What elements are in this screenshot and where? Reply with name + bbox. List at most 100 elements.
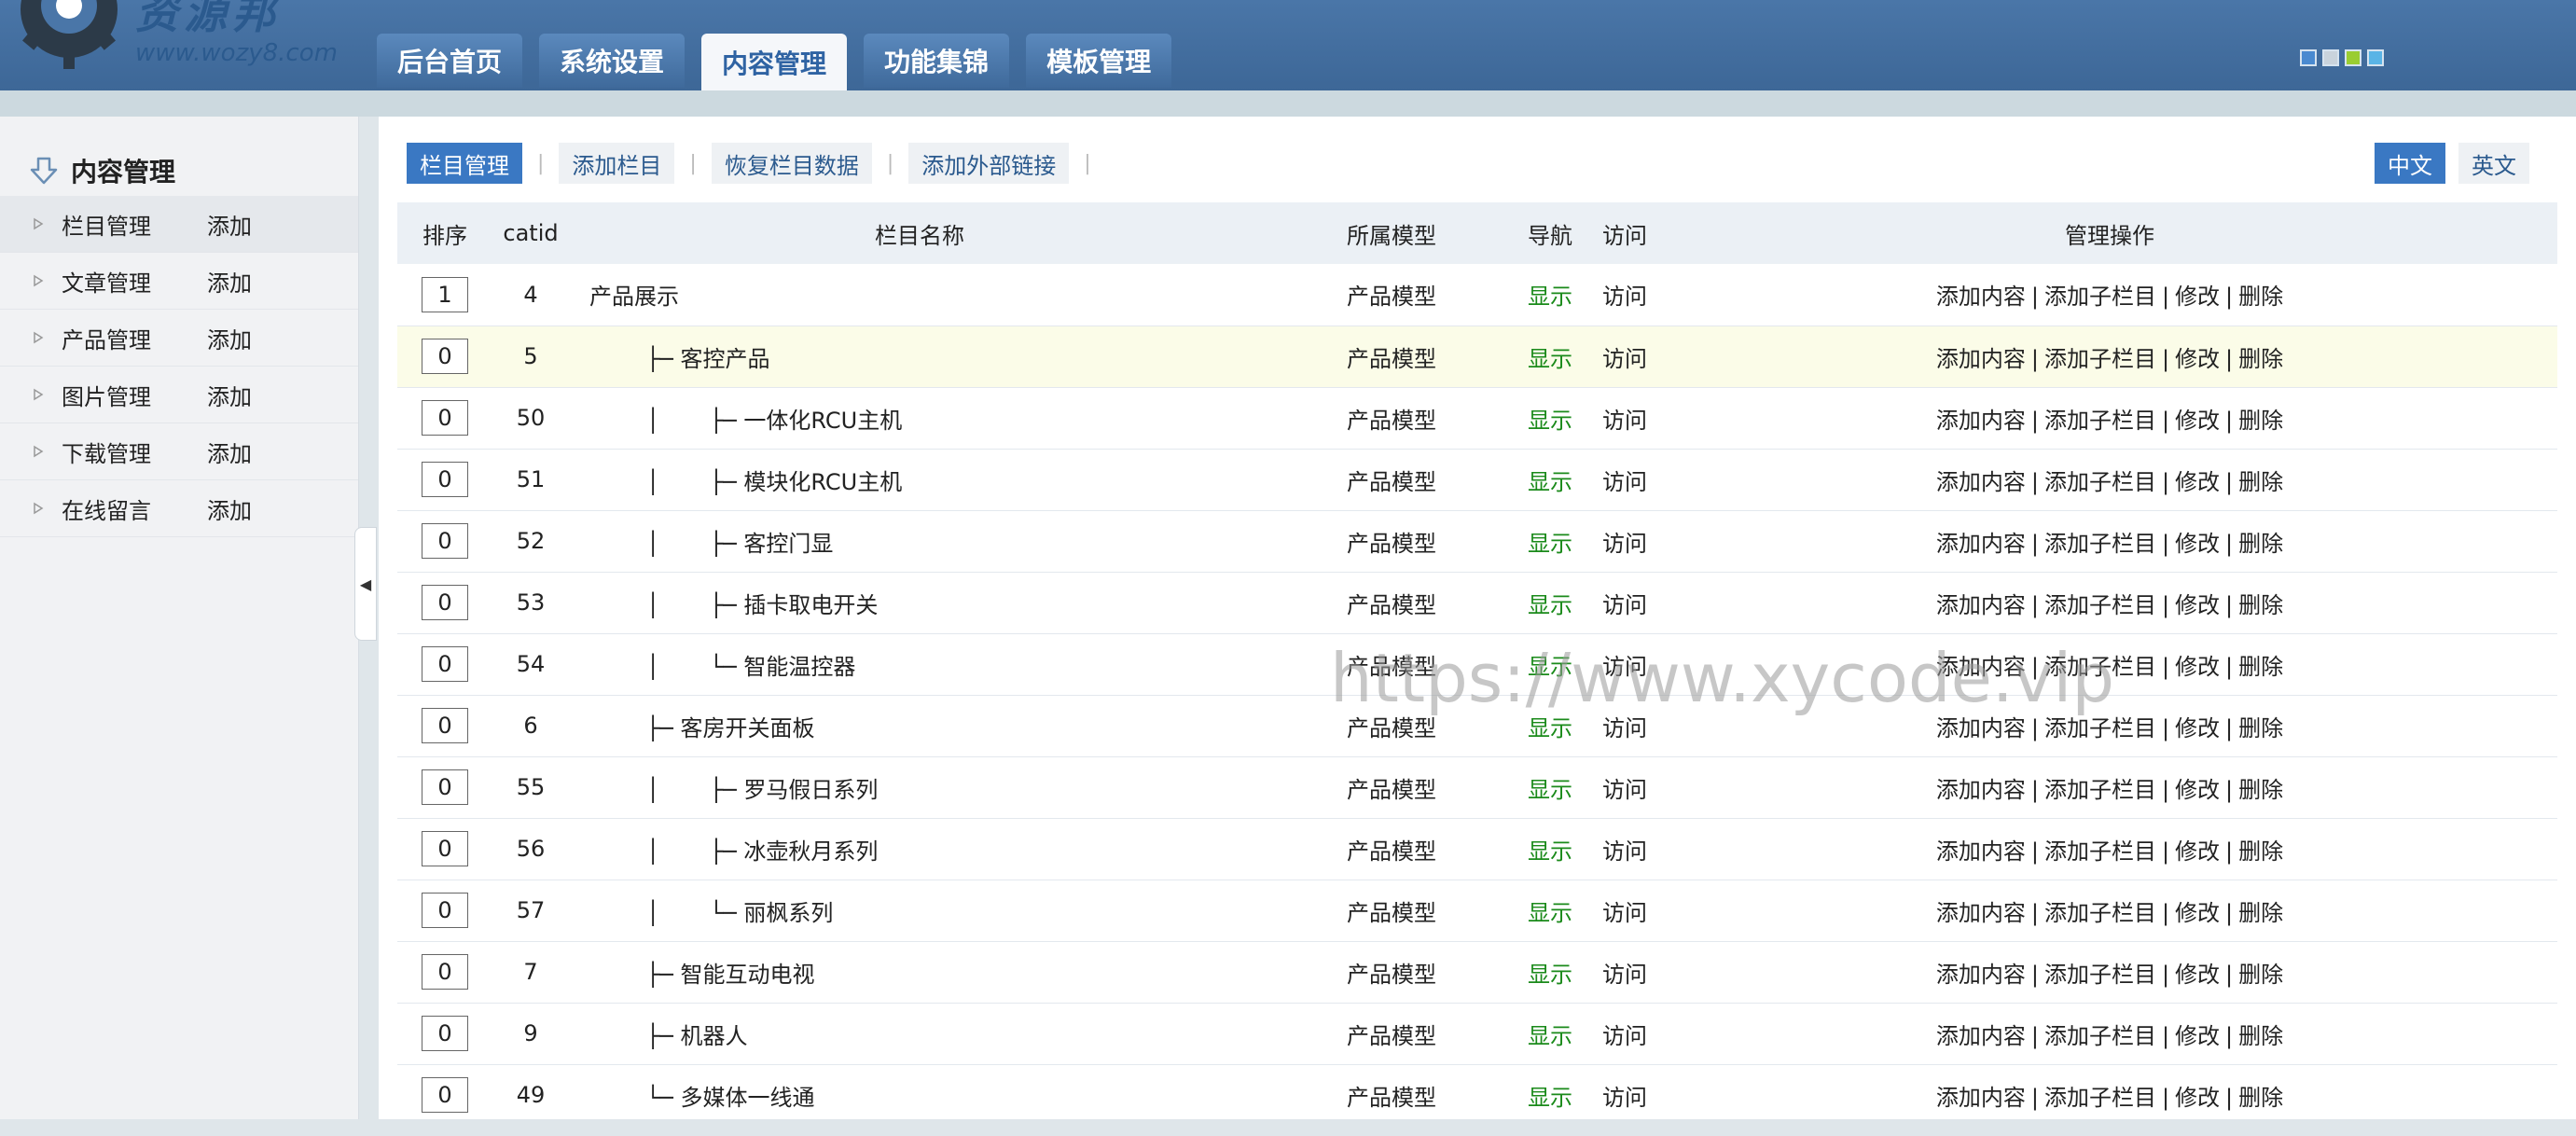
sidebar-item[interactable]: 文章管理 添加: [0, 253, 358, 310]
op-link[interactable]: 添加内容: [1936, 962, 2026, 988]
op-link[interactable]: 添加子栏目: [2044, 469, 2156, 495]
visit-link[interactable]: 访问: [1587, 387, 1662, 449]
op-link[interactable]: 添加子栏目: [2044, 962, 2156, 988]
order-input[interactable]: [422, 400, 468, 436]
nav-toggle-link[interactable]: 显示: [1513, 387, 1587, 449]
nav-tab[interactable]: 系统设置: [539, 34, 686, 88]
op-link[interactable]: 修改: [2175, 777, 2220, 803]
op-link[interactable]: 修改: [2175, 962, 2220, 988]
sidebar-item-add-link[interactable]: 添加: [207, 322, 252, 354]
order-input[interactable]: [422, 646, 468, 682]
nav-tab[interactable]: 模板管理: [1026, 34, 1172, 88]
nav-toggle-link[interactable]: 显示: [1513, 941, 1587, 1003]
nav-toggle-link[interactable]: 显示: [1513, 818, 1587, 880]
op-link[interactable]: 添加子栏目: [2044, 838, 2156, 865]
op-link[interactable]: 删除: [2238, 346, 2283, 372]
toolbar-tab[interactable]: 栏目管理: [407, 143, 522, 184]
op-link[interactable]: 删除: [2238, 900, 2283, 926]
order-input[interactable]: [422, 831, 468, 866]
visit-link[interactable]: 访问: [1587, 572, 1662, 633]
op-link[interactable]: 添加内容: [1936, 777, 2026, 803]
op-link[interactable]: 删除: [2238, 531, 2283, 557]
op-link[interactable]: 添加子栏目: [2044, 284, 2156, 310]
visit-link[interactable]: 访问: [1587, 510, 1662, 572]
sidebar-item-label[interactable]: 图片管理: [62, 379, 151, 411]
visit-link[interactable]: 访问: [1587, 633, 1662, 695]
nav-tab[interactable]: 内容管理: [701, 34, 848, 90]
op-link[interactable]: 添加内容: [1936, 284, 2026, 310]
op-link[interactable]: 删除: [2238, 284, 2283, 310]
op-link[interactable]: 添加内容: [1936, 654, 2026, 680]
visit-link[interactable]: 访问: [1587, 449, 1662, 510]
order-input[interactable]: [422, 954, 468, 990]
nav-toggle-link[interactable]: 显示: [1513, 880, 1587, 941]
order-input[interactable]: [422, 1077, 468, 1113]
sidebar-item[interactable]: 下载管理 添加: [0, 423, 358, 480]
nav-toggle-link[interactable]: 显示: [1513, 326, 1587, 387]
op-link[interactable]: 添加内容: [1936, 900, 2026, 926]
op-link[interactable]: 删除: [2238, 715, 2283, 741]
op-link[interactable]: 添加子栏目: [2044, 346, 2156, 372]
sidebar-item-add-link[interactable]: 添加: [207, 208, 252, 241]
toolbar-tab[interactable]: 添加外部链接: [908, 143, 1070, 184]
skin-swatch[interactable]: [2300, 49, 2317, 66]
nav-toggle-link[interactable]: 显示: [1513, 633, 1587, 695]
op-link[interactable]: 添加子栏目: [2044, 777, 2156, 803]
op-link[interactable]: 删除: [2238, 469, 2283, 495]
visit-link[interactable]: 访问: [1587, 695, 1662, 756]
nav-tab[interactable]: 功能集锦: [864, 34, 1010, 88]
op-link[interactable]: 添加子栏目: [2044, 592, 2156, 618]
op-link[interactable]: 删除: [2238, 592, 2283, 618]
visit-link[interactable]: 访问: [1587, 756, 1662, 818]
language-tab[interactable]: 中文: [2375, 143, 2445, 184]
skin-swatch[interactable]: [2345, 49, 2361, 66]
sidebar-item-label[interactable]: 栏目管理: [62, 208, 151, 241]
op-link[interactable]: 删除: [2238, 962, 2283, 988]
nav-toggle-link[interactable]: 显示: [1513, 510, 1587, 572]
visit-link[interactable]: 访问: [1587, 880, 1662, 941]
order-input[interactable]: [422, 769, 468, 805]
op-link[interactable]: 删除: [2238, 1023, 2283, 1049]
op-link[interactable]: 删除: [2238, 777, 2283, 803]
order-input[interactable]: [422, 523, 468, 559]
visit-link[interactable]: 访问: [1587, 818, 1662, 880]
op-link[interactable]: 修改: [2175, 408, 2220, 434]
op-link[interactable]: 添加内容: [1936, 346, 2026, 372]
sidebar-item[interactable]: 产品管理 添加: [0, 310, 358, 367]
op-link[interactable]: 添加子栏目: [2044, 900, 2156, 926]
op-link[interactable]: 添加内容: [1936, 469, 2026, 495]
visit-link[interactable]: 访问: [1587, 326, 1662, 387]
op-link[interactable]: 修改: [2175, 284, 2220, 310]
sidebar-item-add-link[interactable]: 添加: [207, 379, 252, 411]
op-link[interactable]: 修改: [2175, 469, 2220, 495]
sidebar-item-add-link[interactable]: 添加: [207, 436, 252, 468]
op-link[interactable]: 修改: [2175, 654, 2220, 680]
skin-swatch[interactable]: [2322, 49, 2339, 66]
sidebar-item[interactable]: 栏目管理 添加: [0, 196, 358, 253]
op-link[interactable]: 添加内容: [1936, 408, 2026, 434]
visit-link[interactable]: 访问: [1587, 1003, 1662, 1064]
op-link[interactable]: 添加内容: [1936, 838, 2026, 865]
op-link[interactable]: 添加子栏目: [2044, 654, 2156, 680]
order-input[interactable]: [422, 585, 468, 620]
skin-swatch[interactable]: [2367, 49, 2384, 66]
sidebar-collapse-button[interactable]: ◀: [354, 527, 377, 641]
op-link[interactable]: 添加内容: [1936, 715, 2026, 741]
op-link[interactable]: 删除: [2238, 408, 2283, 434]
order-input[interactable]: [422, 708, 468, 743]
sidebar-item-add-link[interactable]: 添加: [207, 492, 252, 525]
nav-toggle-link[interactable]: 显示: [1513, 449, 1587, 510]
op-link[interactable]: 修改: [2175, 900, 2220, 926]
op-link[interactable]: 删除: [2238, 838, 2283, 865]
op-link[interactable]: 删除: [2238, 1085, 2283, 1111]
op-link[interactable]: 添加子栏目: [2044, 531, 2156, 557]
visit-link[interactable]: 访问: [1587, 1064, 1662, 1126]
nav-toggle-link[interactable]: 显示: [1513, 1064, 1587, 1126]
op-link[interactable]: 添加子栏目: [2044, 715, 2156, 741]
op-link[interactable]: 添加内容: [1936, 531, 2026, 557]
op-link[interactable]: 修改: [2175, 838, 2220, 865]
toolbar-tab[interactable]: 添加栏目: [559, 143, 675, 184]
visit-link[interactable]: 访问: [1587, 264, 1662, 326]
op-link[interactable]: 修改: [2175, 346, 2220, 372]
language-tab[interactable]: 英文: [2458, 143, 2529, 184]
